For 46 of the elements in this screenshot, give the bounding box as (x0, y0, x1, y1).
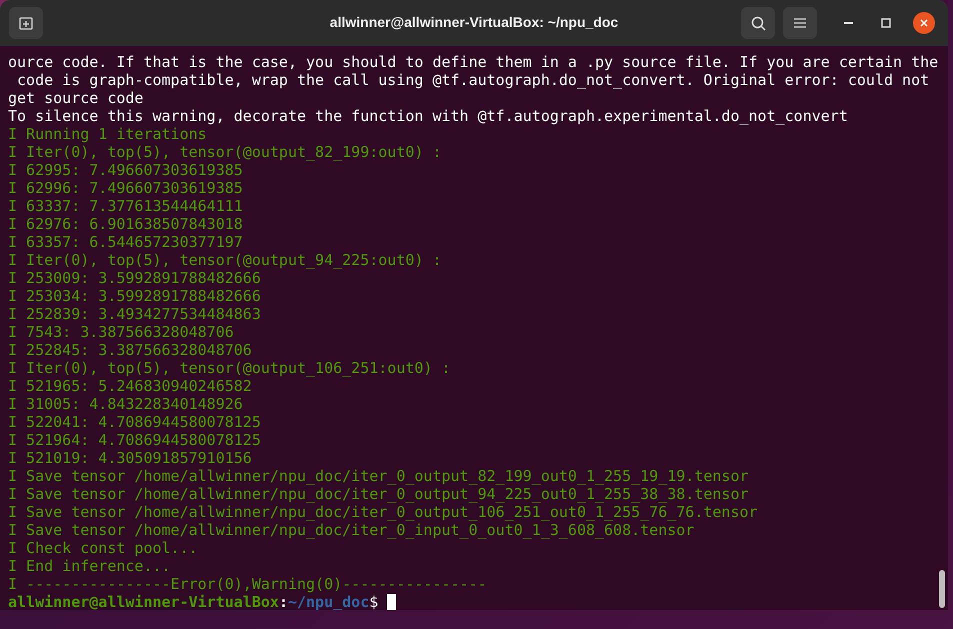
terminal-line: I 521965: 5.246830940246582 (8, 377, 252, 395)
terminal-line: I 521964: 4.7086944580078125 (8, 431, 261, 449)
terminal-line: I 253009: 3.5992891788482666 (8, 269, 261, 287)
terminal-line: I Running 1 iterations (8, 125, 207, 143)
terminal-line: I Save tensor /home/allwinner/npu_doc/iter_0_output_106_251_out0_1_255_76_76.tensor (8, 503, 758, 521)
prompt-user-host: allwinner@allwinner-VirtualBox (8, 593, 279, 610)
close-icon (920, 19, 928, 27)
terminal-line: I 63357: 6.544657230377197 (8, 233, 243, 251)
search-button[interactable] (741, 7, 775, 39)
search-icon (750, 16, 766, 30)
prompt-separator: : (278, 593, 288, 610)
terminal-line: I Save tensor /home/allwinner/npu_doc/iter_0_output_94_225_out0_1_255_38_38.tensor (8, 485, 749, 503)
terminal-line: I 252845: 3.387566328048706 (8, 341, 252, 359)
terminal-line: code is graph-compatible, wrap the call using @tf.autograph.do_not_convert. Original error: could not (16, 71, 930, 89)
maximize-icon (881, 18, 891, 28)
terminal-line: I 62996: 7.496607303619385 (8, 179, 243, 197)
terminal-line: To silence this warning, decorate the function with @tf.autograph.experimental.do_not_convert (8, 107, 848, 125)
new-tab-icon (19, 16, 33, 30)
close-button[interactable] (913, 12, 935, 34)
terminal-line: I Iter(0), top(5), tensor(@output_106_251:out0) : (8, 359, 451, 377)
window-title: allwinner@allwinner-VirtualBox: ~/npu_doc (330, 14, 618, 30)
terminal-line: I ----------------Error(0),Warning(0)---------------- (8, 575, 487, 593)
terminal-line: I 521019: 4.305091857910156 (8, 449, 252, 467)
terminal-line: I 7543: 3.387566328048706 (8, 323, 234, 341)
terminal-line: get source code (8, 89, 144, 107)
terminal-line: I Save tensor /home/allwinner/npu_doc/iter_0_output_82_199_out0_1_255_19_19.tensor (8, 467, 749, 485)
terminal-line: ource code. If that is the case, you should to define them in a .py source file. If you are certain the (8, 53, 938, 71)
terminal-line: I 62995: 7.496607303619385 (8, 161, 243, 179)
terminal-line: I 522041: 4.7086944580078125 (8, 413, 261, 431)
terminal-line: I 252839: 3.4934277534484863 (8, 305, 261, 323)
terminal-line: I 31005: 4.843228340148926 (8, 395, 243, 413)
new-tab-button[interactable] (9, 7, 43, 39)
terminal-line: I Save tensor /home/allwinner/npu_doc/iter_0_input_0_out0_1_3_608_608.tensor (8, 521, 694, 539)
terminal-line: I 62976: 6.901638507843018 (8, 215, 243, 233)
text-cursor (387, 594, 396, 610)
scrollbar-thumb[interactable] (939, 570, 945, 608)
terminal-line: I Iter(0), top(5), tensor(@output_94_225:out0) : (8, 251, 442, 269)
terminal-line: I Check const pool... (8, 539, 198, 557)
menu-icon (794, 18, 806, 28)
terminal-line: I 63337: 7.377613544464111 (8, 197, 243, 215)
terminal-line: I 253034: 3.5992891788482666 (8, 287, 261, 305)
terminal-line: I Iter(0), top(5), tensor(@output_82_199:out0) : (8, 143, 442, 161)
menu-button[interactable] (783, 7, 817, 39)
minimize-icon (844, 22, 852, 24)
prompt-symbol: $ (369, 593, 378, 610)
terminal-line: I End inference... (8, 557, 171, 575)
